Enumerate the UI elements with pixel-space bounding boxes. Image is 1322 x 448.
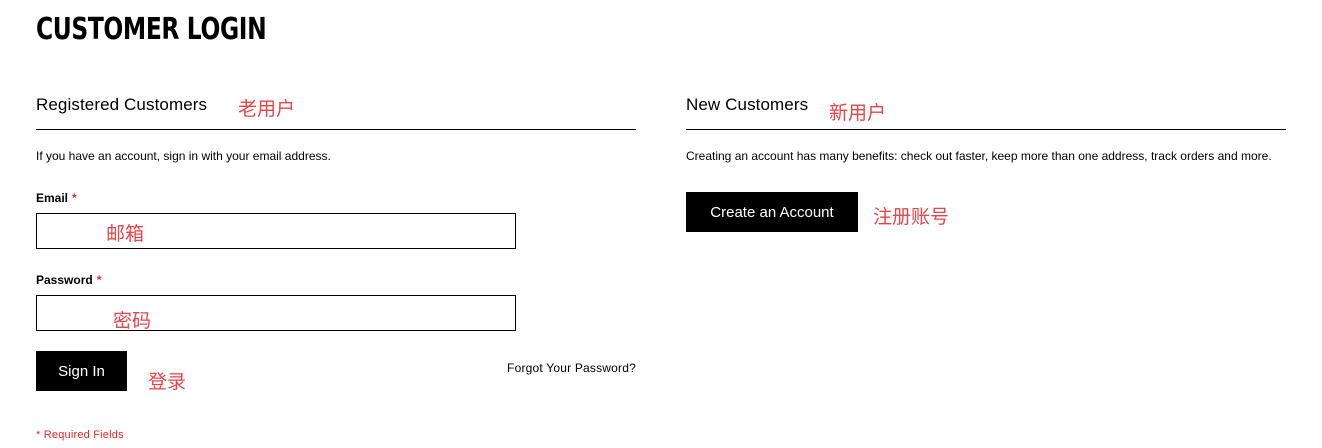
registered-customers-section: Registered Customers If you have an acco… xyxy=(36,92,636,441)
new-customers-section-divider xyxy=(686,129,1286,130)
email-label-text: Email xyxy=(36,191,69,205)
registered-section-divider xyxy=(36,129,636,130)
annotation-email: 邮箱 xyxy=(106,223,145,245)
create-account-button[interactable]: Create an Account xyxy=(686,192,858,232)
annotation-create-account: 注册账号 xyxy=(873,206,950,228)
annotation-new-users: 新用户 xyxy=(829,102,887,124)
required-fields-note: * Required Fields xyxy=(36,429,124,441)
annotation-registered-users: 老用户 xyxy=(238,98,296,120)
page-title: Customer Login xyxy=(36,12,267,47)
registered-customers-heading: Registered Customers xyxy=(36,95,208,114)
new-customers-intro-text: Creating an account has many benefits: c… xyxy=(686,149,1272,163)
registered-intro-text: If you have an account, sign in with you… xyxy=(36,149,331,163)
email-required-mark: * xyxy=(72,191,77,205)
forgot-password-link[interactable]: Forgot Your Password? xyxy=(507,361,636,375)
annotation-sign-in: 登录 xyxy=(148,371,187,393)
email-label: Email * xyxy=(36,191,77,205)
password-label: Password * xyxy=(36,273,101,287)
sign-in-button[interactable]: Sign In xyxy=(36,351,127,391)
new-customers-section: New Customers Creating an account has ma… xyxy=(686,92,1286,232)
password-required-mark: * xyxy=(96,273,102,287)
customer-login-page: Customer Login Registered Customers If y… xyxy=(0,0,1322,448)
password-label-text: Password xyxy=(36,273,93,287)
new-customers-heading: New Customers xyxy=(686,95,809,114)
password-input[interactable] xyxy=(36,295,516,331)
annotation-password: 密码 xyxy=(113,310,152,332)
